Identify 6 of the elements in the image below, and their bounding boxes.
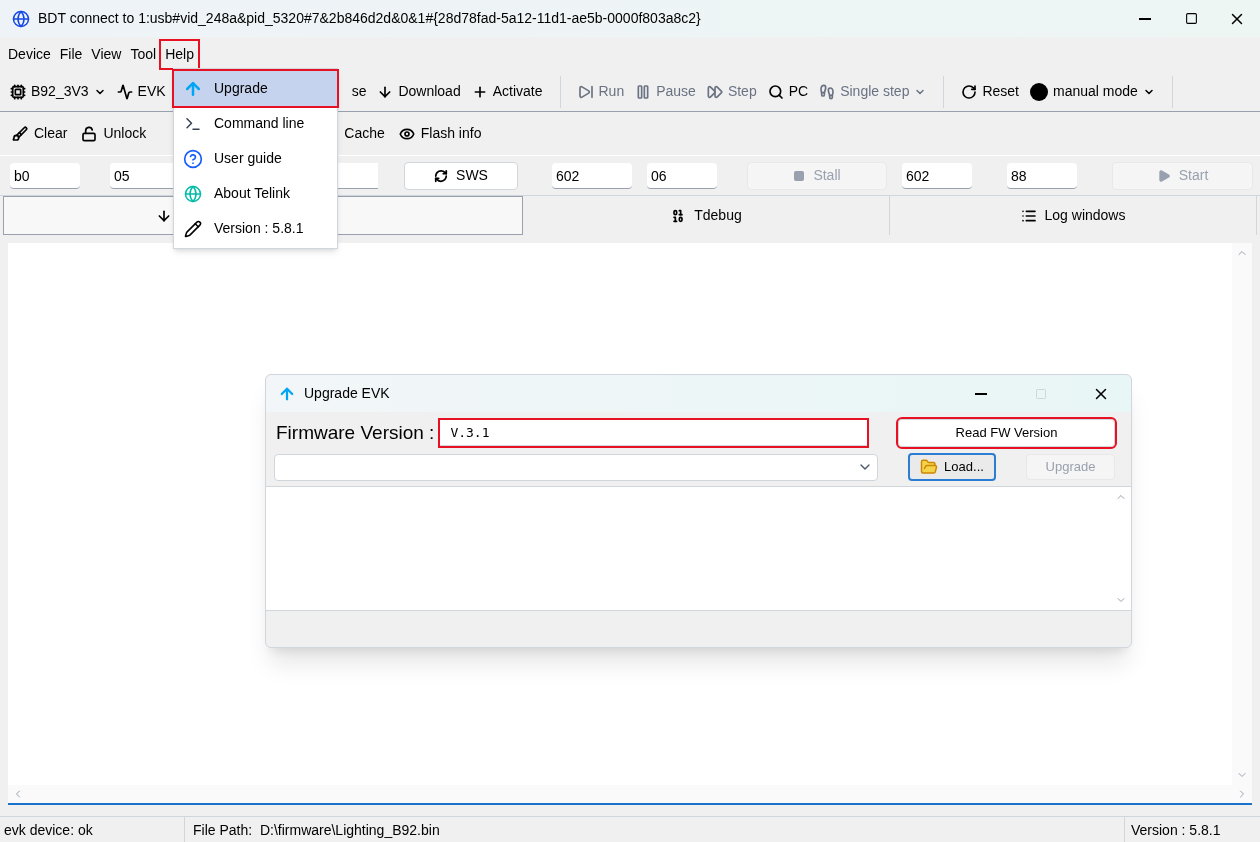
device-status: evk device: ok xyxy=(0,817,185,842)
version-label: Version : 5.8.1 xyxy=(1124,817,1260,842)
window-title: BDT connect to 1:usb#vid_248a&pid_5320#7&2b846d2d&0&1#{28d78fad-5a12-11d1-ae5b-0000f803a8c2} xyxy=(38,9,701,28)
firmware-label: Firmware Version : xyxy=(276,420,435,445)
file-path: File Path: D:\firmware\Lighting_B92.bin xyxy=(192,821,441,840)
dialog-title: Upgrade EVK xyxy=(304,384,390,403)
